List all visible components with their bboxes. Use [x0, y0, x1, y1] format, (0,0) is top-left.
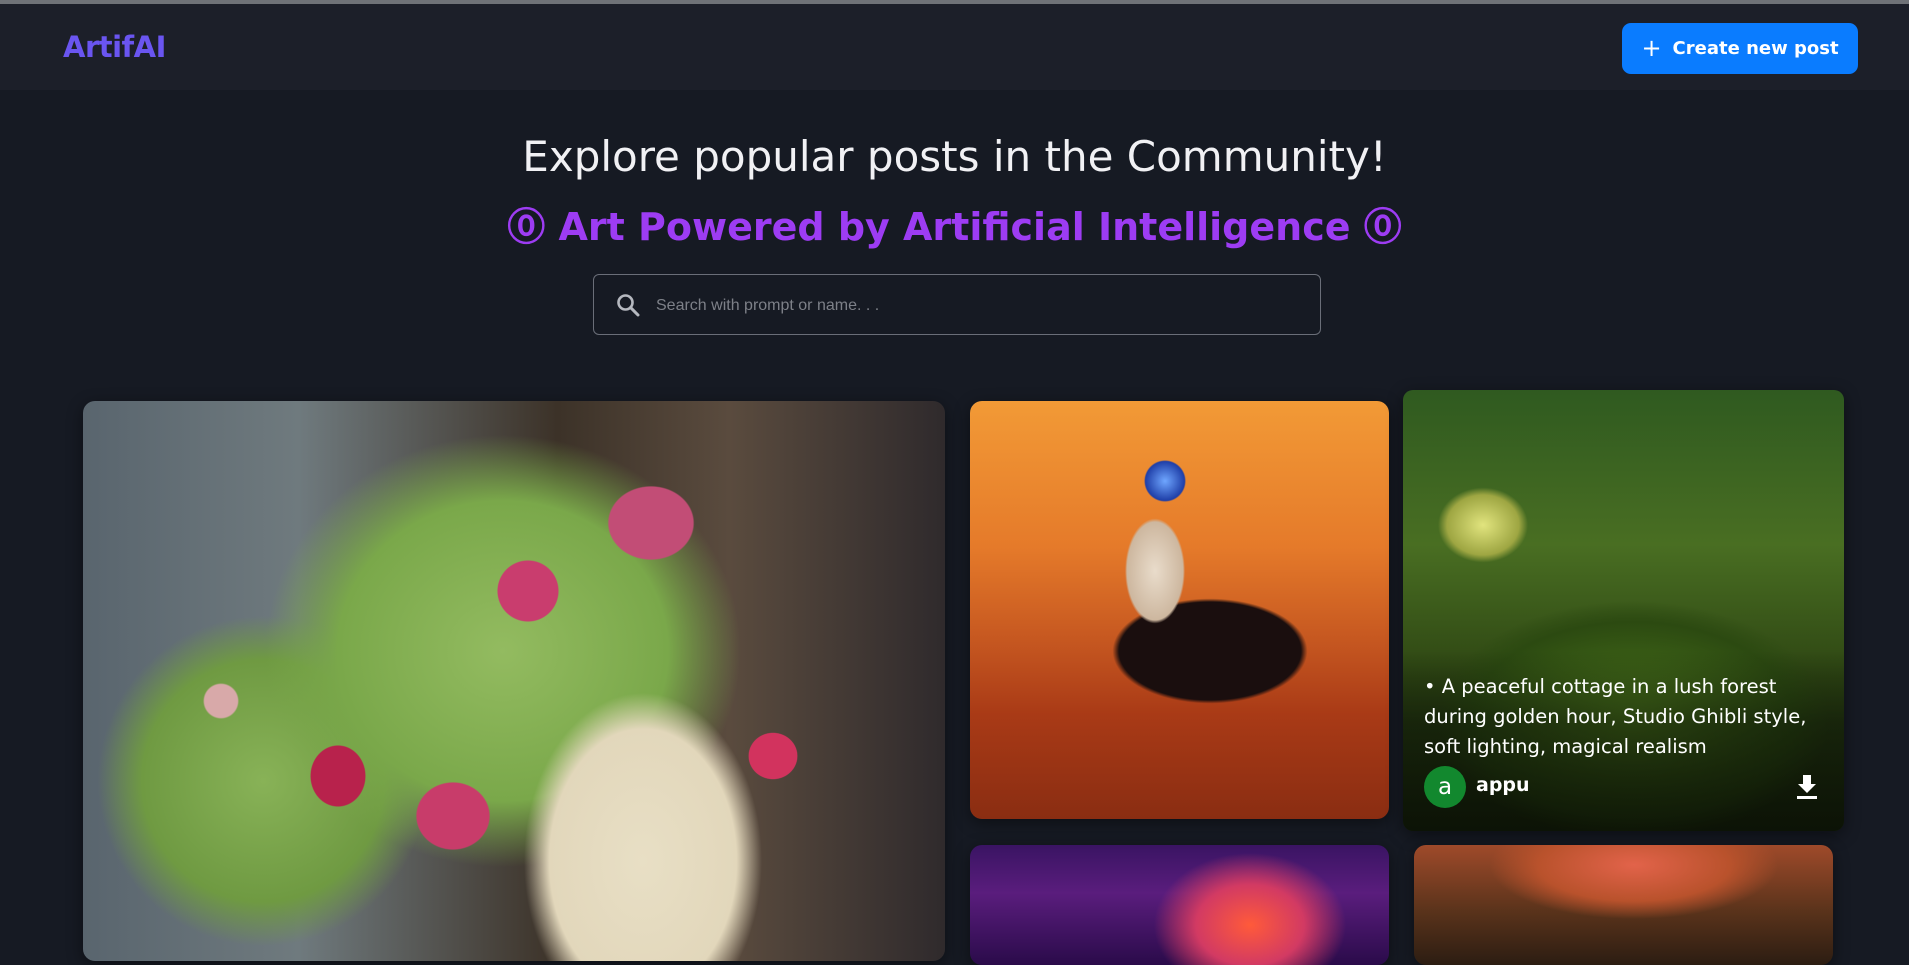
navbar: ArtifAI + Create new post [0, 4, 1909, 90]
create-post-button[interactable]: + Create new post [1622, 23, 1858, 74]
post-image [1414, 845, 1833, 965]
create-post-button-label: Create new post [1672, 38, 1839, 59]
post-card[interactable] [83, 401, 945, 961]
post-card[interactable] [970, 845, 1389, 965]
post-prompt: • A peaceful cottage in a lush forest du… [1424, 675, 1807, 758]
post-card[interactable] [1414, 845, 1833, 965]
post-card[interactable]: • A peaceful cottage in a lush forest du… [1403, 390, 1844, 831]
avatar: a [1424, 766, 1466, 808]
post-image [83, 401, 945, 961]
page-subtitle: ⓪ Art Powered by Artificial Intelligence… [507, 205, 1402, 249]
post-image [970, 401, 1389, 819]
post-image [970, 845, 1389, 965]
post-card[interactable] [970, 401, 1389, 819]
download-icon[interactable] [1795, 774, 1819, 800]
logo[interactable]: ArtifAI [63, 30, 166, 64]
plus-icon: + [1641, 33, 1662, 62]
search-input[interactable] [654, 275, 1298, 336]
page-title: Explore popular posts in the Community! [522, 132, 1387, 181]
author-name: appu [1476, 774, 1530, 796]
search-icon [617, 294, 640, 317]
search-box [593, 274, 1321, 336]
